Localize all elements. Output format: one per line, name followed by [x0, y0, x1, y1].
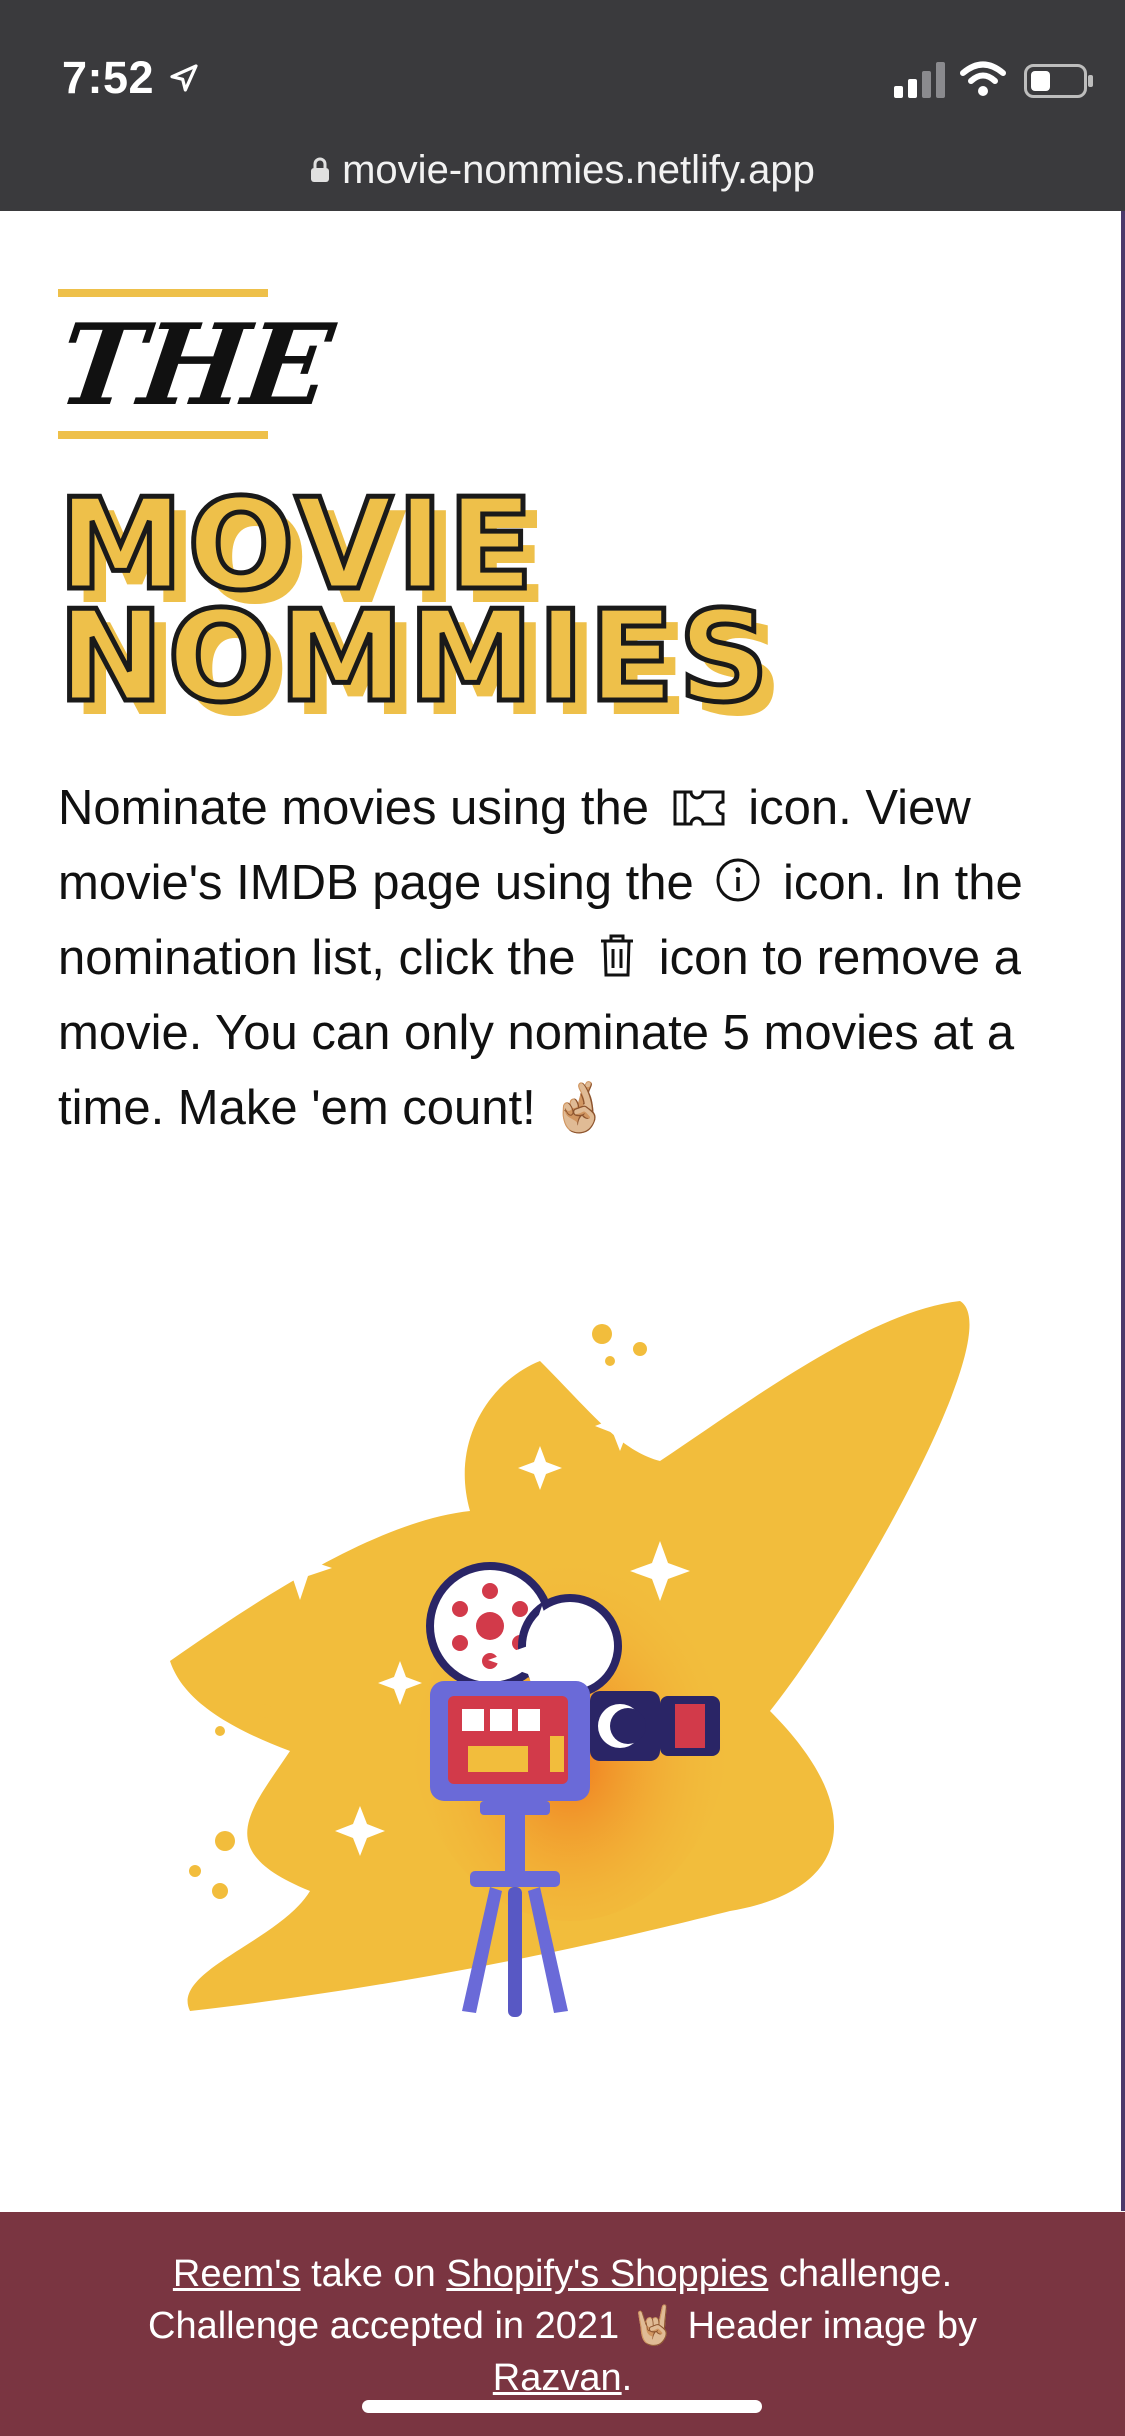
url-bar[interactable]: movie-nommies.netlify.app	[0, 140, 1125, 200]
footer-text-1: take on	[311, 2253, 436, 2295]
footer-line-2: Challenge accepted in 2021 🤘🏼 Header ima…	[0, 2300, 1125, 2352]
credit-link[interactable]: Razvan	[493, 2357, 622, 2399]
page-title: MOVIE MOVIE NOMMIES NOMMIES	[55, 479, 958, 734]
footer-text-2: challenge.	[778, 2253, 953, 2295]
title-line-2: NOMMIES NOMMIES	[55, 583, 958, 734]
projector-illustration	[170, 1301, 970, 2017]
status-time: 7:52	[62, 52, 155, 103]
the-label: THE	[51, 289, 338, 439]
info-icon	[716, 858, 760, 902]
battery-icon	[1024, 64, 1093, 98]
the-rule-top	[58, 289, 268, 297]
fingers-crossed-emoji: 🤞🏼	[549, 1081, 611, 1135]
title-line-2-text: NOMMIES	[55, 583, 774, 730]
ticket-icon	[673, 790, 725, 826]
lock-icon	[311, 157, 330, 182]
the-text: THE	[50, 300, 338, 431]
footer-text-3: Challenge accepted in 2021	[148, 2305, 620, 2347]
footer-text-5: .	[621, 2357, 633, 2399]
footer-line-1: Reem's take on Shopify's Shoppies challe…	[0, 2248, 1125, 2300]
footer-text-4: Header image by	[687, 2305, 977, 2347]
rock-on-emoji: 🤘🏼	[629, 2305, 678, 2347]
location-arrow-icon	[170, 64, 198, 92]
cellular-signal-icon	[894, 62, 945, 98]
intro-paragraph: Nominate movies using the icon. View mov…	[58, 771, 1118, 1146]
url-text: movie-nommies.netlify.app	[342, 147, 815, 192]
intro-part-1: Nominate movies using the	[58, 781, 650, 835]
page-content: THE MOVIE MOVIE NOMMIES NOMMIES Nominate…	[0, 211, 1125, 2211]
author-link[interactable]: Reem's	[173, 2253, 301, 2295]
wifi-icon	[960, 61, 1006, 96]
browser-chrome: 7:52 movie-nommies.netlify.app	[0, 0, 1125, 211]
home-indicator[interactable]	[362, 2400, 762, 2413]
footer-line-3: Razvan.	[0, 2352, 1125, 2404]
challenge-link[interactable]: Shopify's Shoppies	[446, 2253, 768, 2295]
trash-icon	[601, 934, 634, 977]
the-rule-bottom	[58, 431, 268, 439]
